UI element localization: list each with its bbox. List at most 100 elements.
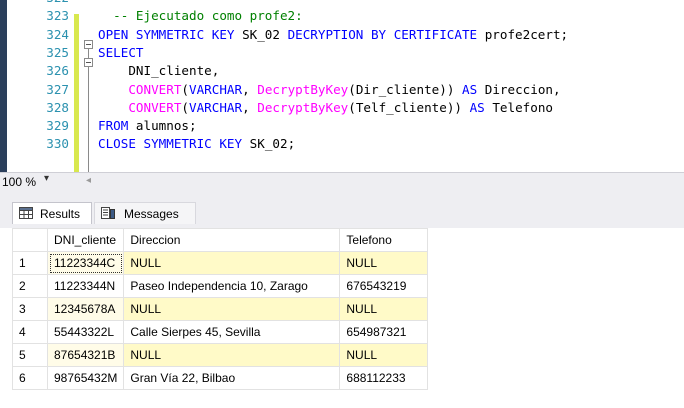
code-token: DECRYPTION BY CERTIFICATE: [287, 26, 485, 42]
code-token: DecryptByKey: [257, 81, 349, 97]
code-token: FROM: [98, 118, 136, 134]
row-number[interactable]: 1: [12, 251, 48, 275]
table-cell[interactable]: NULL: [339, 343, 429, 367]
code-token: profe2cert;: [484, 26, 569, 42]
table-cell[interactable]: NULL: [339, 251, 429, 275]
row-number[interactable]: 6: [12, 366, 48, 390]
code-token: (: [181, 81, 190, 97]
table-cell[interactable]: 688112233: [339, 366, 429, 390]
code-token: Direccion,: [484, 81, 561, 97]
column-header[interactable]: DNI_cliente: [46, 228, 125, 252]
tab-messages[interactable]: Messages: [94, 202, 196, 224]
fold-guide-line: [88, 67, 89, 172]
table-row[interactable]: 4 55443322L Calle Sierpes 45, Sevilla 65498…: [12, 320, 429, 344]
code-line: OPEN SYMMETRIC KEY SK_02 DECRYPTION BY C…: [98, 26, 568, 44]
code-line: FROM alumnos;: [98, 117, 197, 135]
results-header-row: DNI_cliente Direccion Telefono: [12, 228, 429, 252]
table-cell[interactable]: NULL: [123, 251, 341, 275]
table-row[interactable]: 5 87654321B NULL NULL: [12, 343, 429, 367]
code-token: VARCHAR: [189, 99, 243, 115]
fold-collapse-icon[interactable]: [84, 58, 93, 67]
table-cell[interactable]: 12345678A: [46, 297, 125, 321]
zoom-dropdown-icon[interactable]: ▾: [44, 173, 49, 184]
code-token: (Telf_cliente)): [348, 99, 470, 115]
editor-left-border: [0, 0, 7, 172]
code-token: alumnos;: [135, 118, 197, 134]
change-tracking-bar: [74, 14, 79, 172]
code-token: -- Ejecutado como profe2:: [98, 8, 303, 24]
row-number[interactable]: 2: [12, 274, 48, 298]
table-cell[interactable]: 654987321: [339, 320, 429, 344]
tab-messages-label: Messages: [124, 207, 179, 221]
results-grid[interactable]: DNI_cliente Direccion Telefono 1 11223344…: [12, 228, 429, 390]
row-number-header[interactable]: [12, 228, 48, 252]
column-header[interactable]: Telefono: [339, 228, 429, 252]
table-cell[interactable]: NULL: [123, 343, 341, 367]
tab-results[interactable]: Results: [12, 202, 92, 224]
line-number: 330: [46, 136, 69, 152]
code-token: CONVERT: [128, 99, 182, 115]
table-cell[interactable]: NULL: [339, 297, 429, 321]
line-number: 323: [46, 8, 69, 24]
code-token: CONVERT: [128, 81, 182, 97]
code-token: (Dir_cliente)): [348, 81, 462, 97]
table-row[interactable]: 6 98765432M Gran Vía 22, Bilbao 688112233: [12, 366, 429, 390]
table-row[interactable]: 3 12345678A NULL NULL: [12, 297, 429, 321]
row-number[interactable]: 5: [12, 343, 48, 367]
table-cell[interactable]: 11223344C: [46, 251, 125, 275]
code-token: DNI_cliente,: [98, 63, 220, 79]
zoom-level[interactable]: 100 %: [2, 175, 36, 189]
table-cell[interactable]: NULL: [123, 297, 341, 321]
table-cell[interactable]: Calle Sierpes 45, Sevilla: [123, 320, 341, 344]
table-row[interactable]: 1 11223344C NULL NULL: [12, 251, 429, 275]
query-editor[interactable]: 322323 324 325 326 327 328 329 330 -- Ejecutado…: [0, 0, 684, 172]
row-number[interactable]: 3: [12, 297, 48, 321]
table-cell[interactable]: 87654321B: [46, 343, 125, 367]
line-number: 328: [46, 99, 69, 115]
line-number: 324: [46, 26, 69, 42]
grid-icon: [19, 207, 33, 219]
row-number[interactable]: 4: [12, 320, 48, 344]
code-line: SELECT: [98, 44, 144, 62]
code-token: AS: [462, 81, 485, 97]
line-number: 329: [46, 118, 69, 134]
results-tab-strip: Results Messages: [0, 190, 684, 228]
code-line: CONVERT(VARCHAR, DecryptByKey(Dir_client…: [98, 81, 561, 99]
code-token: SK_02: [242, 26, 288, 42]
code-token: DecryptByKey: [257, 99, 349, 115]
line-number: 326: [46, 63, 69, 79]
table-cell[interactable]: Paseo Independencia 10, Zarago: [123, 274, 341, 298]
scroll-left-icon[interactable]: ◂: [86, 175, 91, 186]
code-token: (: [181, 99, 190, 115]
code-token: SK_02;: [249, 136, 296, 152]
table-cell[interactable]: 11223344N: [46, 274, 125, 298]
code-token: SELECT: [98, 44, 144, 60]
messages-icon: [101, 207, 115, 219]
table-cell[interactable]: 55443322L: [46, 320, 125, 344]
column-header[interactable]: Direccion: [123, 228, 341, 252]
line-number: 327: [46, 81, 69, 97]
code-token: VARCHAR: [189, 81, 243, 97]
code-line: CONVERT(VARCHAR, DecryptByKey(Telf_clien…: [98, 99, 553, 117]
code-line: -- Ejecutado como profe2:: [98, 7, 303, 25]
fold-collapse-icon[interactable]: [84, 40, 93, 49]
tab-results-label: Results: [40, 207, 81, 221]
table-cell[interactable]: 676543219: [339, 274, 429, 298]
table-cell[interactable]: 98765432M: [46, 366, 125, 390]
code-token: OPEN SYMMETRIC KEY: [98, 26, 243, 42]
line-number: 325: [46, 44, 69, 60]
code-token: Telefono: [492, 99, 554, 115]
code-line: CLOSE SYMMETRIC KEY SK_02;: [98, 135, 295, 153]
editor-status-bar: 100 % ▾ ◂: [0, 172, 684, 190]
table-row[interactable]: 2 11223344N Paseo Independencia 10, Zarago…: [12, 274, 429, 298]
code-token: ,: [242, 81, 258, 97]
fold-guide-line: [88, 49, 89, 58]
code-line: DNI_cliente,: [98, 62, 219, 80]
code-token: AS: [469, 99, 493, 115]
code-token: ,: [242, 99, 258, 115]
code-token: CLOSE SYMMETRIC KEY: [98, 136, 250, 152]
table-cell[interactable]: Gran Vía 22, Bilbao: [123, 366, 341, 390]
results-grid-area: DNI_cliente Direccion Telefono 1 11223344…: [0, 228, 684, 408]
